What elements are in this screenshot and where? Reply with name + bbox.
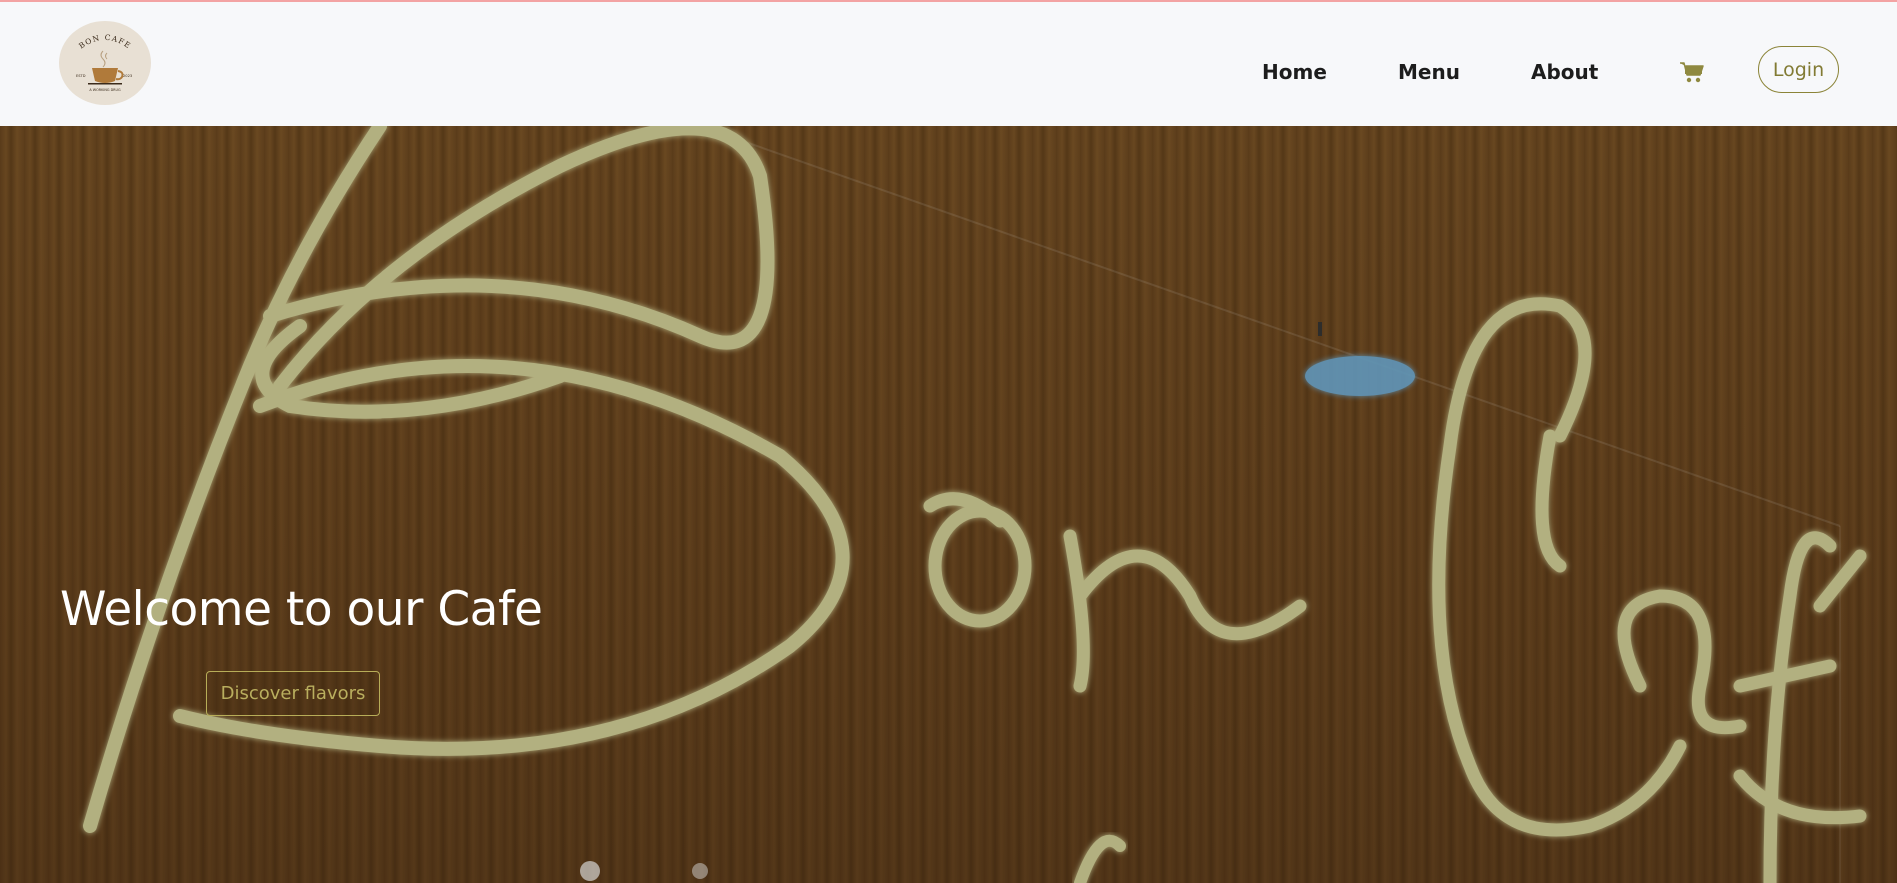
discover-flavors-button[interactable]: Discover flavors <box>206 671 380 716</box>
logo-year-text: 2023 <box>123 74 132 78</box>
hero-section <box>0 126 1897 883</box>
hero-title: Welcome to our Cafe <box>60 582 543 637</box>
hero-overlay <box>0 126 1897 883</box>
navbar: BON CAFE ESTD 2023 A WORKING DRUG Home M… <box>0 0 1897 126</box>
login-button[interactable]: Login <box>1758 46 1839 93</box>
nav-home-link[interactable]: Home <box>1262 58 1327 86</box>
coffee-cup-icon: BON CAFE ESTD 2023 A WORKING DRUG <box>60 22 150 104</box>
logo-estd-text: ESTD <box>76 74 86 78</box>
nav-about-link[interactable]: About <box>1531 58 1598 86</box>
nav-menu-link[interactable]: Menu <box>1398 58 1460 86</box>
logo-tagline-text: A WORKING DRUG <box>89 88 121 92</box>
brand-logo[interactable]: BON CAFE ESTD 2023 A WORKING DRUG <box>59 21 151 105</box>
top-accent-line <box>0 0 1897 2</box>
shopping-cart-icon[interactable] <box>1679 60 1705 84</box>
